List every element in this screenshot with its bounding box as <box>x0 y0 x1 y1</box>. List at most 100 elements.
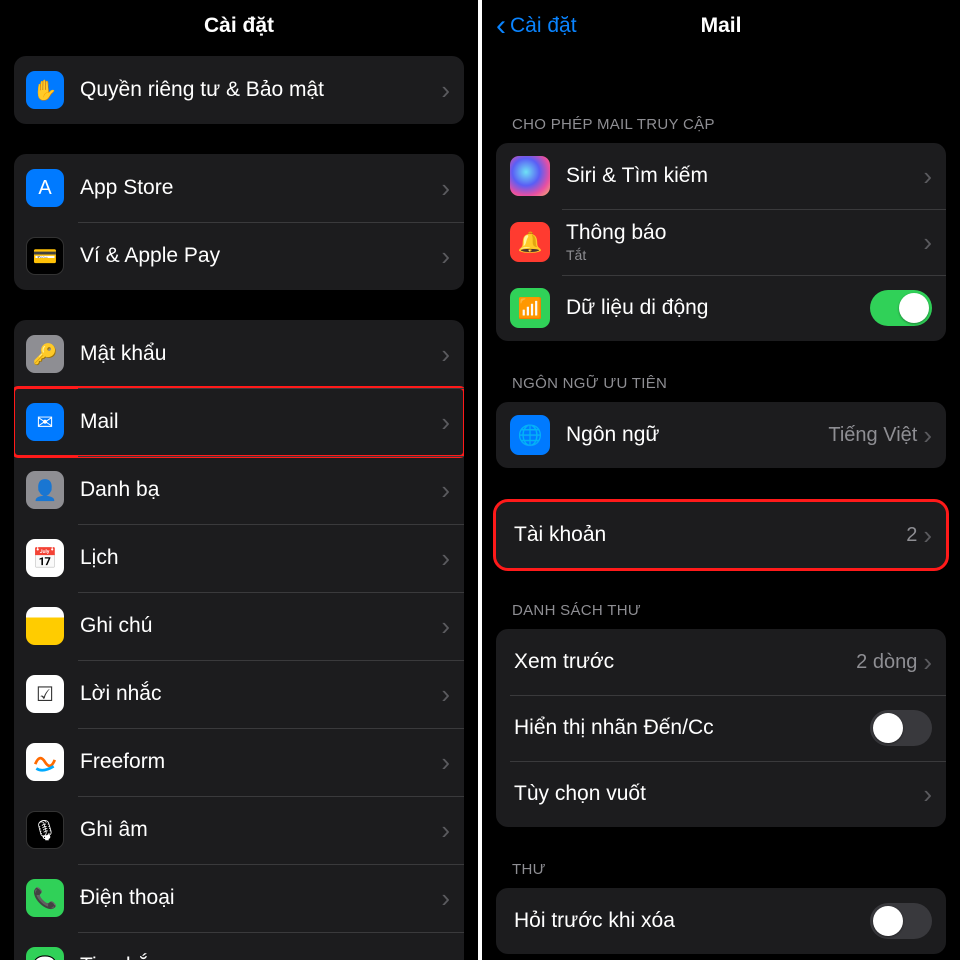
voicememo-icon: 🎙 <box>26 811 64 849</box>
cellular-icon: 📶 <box>510 288 550 328</box>
chevron-right-icon: › <box>923 422 932 448</box>
row-label: Lời nhắc <box>80 682 441 706</box>
row-label: Điện thoại <box>80 886 441 910</box>
toggle-switch[interactable] <box>870 710 932 746</box>
row-label: Ví & Apple Pay <box>80 244 441 268</box>
mail-row-d-li-u-di-ng[interactable]: 📶Dữ liệu di động <box>496 275 946 341</box>
chevron-right-icon: › <box>441 953 450 960</box>
settings-row-mail[interactable]: ✉ Mail› <box>14 388 464 456</box>
row-label: Danh bạ <box>80 478 441 502</box>
mail-icon: ✉ <box>26 403 64 441</box>
messages-icon: 💬 <box>26 947 64 960</box>
contacts-icon: 👤 <box>26 471 64 509</box>
mail-row-t-y-ch-n-vu-t[interactable]: Tùy chọn vuốt› <box>496 761 946 827</box>
mail-settings-group: Xem trước2 dòng › Hiển thị nhãn Đến/Cc Tùy … <box>496 629 946 827</box>
settings-row-hand[interactable]: ✋ Quyền riêng tư & Bảo mật› <box>14 56 464 124</box>
row-label: Thông báo <box>566 221 923 245</box>
chevron-right-icon: › <box>441 749 450 775</box>
row-label: Tùy chọn vuốt <box>514 782 923 806</box>
section-header: THƯ <box>512 861 930 878</box>
section-header: NGÔN NGỮ ƯU TIÊN <box>512 375 930 392</box>
settings-row-reminders[interactable]: ☑ Lời nhắc› <box>14 660 464 728</box>
settings-row-wallet[interactable]: 💳 Ví & Apple Pay› <box>14 222 464 290</box>
section-header: CHO PHÉP MAIL TRUY CẬP <box>512 116 930 133</box>
mail-row-xem-tr-c[interactable]: Xem trước2 dòng › <box>496 629 946 695</box>
row-label: Mật khẩu <box>80 342 441 366</box>
settings-row-notes[interactable]: Ghi chú› <box>14 592 464 660</box>
row-value: Tiếng Việt <box>828 424 917 447</box>
reminders-icon: ☑ <box>26 675 64 713</box>
chevron-right-icon: › <box>441 885 450 911</box>
mail-settings-group: 🌐 Ngôn ngữTiếng Việt › <box>496 402 946 468</box>
mail-settings-pane: ‹ Cài đặt Mail CHO PHÉP MAIL TRUY CẬP Sir… <box>482 0 960 960</box>
back-button[interactable]: ‹ Cài đặt <box>496 14 577 38</box>
mail-row-siri-t-m-ki-m[interactable]: Siri & Tìm kiếm› <box>496 143 946 209</box>
row-label: Hỏi trước khi xóa <box>514 909 870 933</box>
freeform-icon <box>26 743 64 781</box>
settings-group: AApp Store›💳Ví & Apple Pay› <box>14 154 464 290</box>
row-label: Ngôn ngữ <box>566 423 828 447</box>
mail-settings-group: Tài khoản2 › <box>496 502 946 568</box>
chevron-right-icon: › <box>441 817 450 843</box>
chevron-left-icon: ‹ <box>496 17 506 35</box>
row-label: Ghi chú <box>80 614 441 638</box>
row-sublabel: Tắt <box>566 247 923 263</box>
phone-icon: 📞 <box>26 879 64 917</box>
settings-title: Cài đặt <box>0 0 478 52</box>
row-label: Tài khoản <box>514 523 906 547</box>
chevron-right-icon: › <box>441 409 450 435</box>
row-label: App Store <box>80 176 441 200</box>
settings-row-messages[interactable]: 💬 Tin nhắn› <box>14 932 464 960</box>
appstore-icon: A <box>26 169 64 207</box>
chevron-right-icon: › <box>441 545 450 571</box>
chevron-right-icon: › <box>923 649 932 675</box>
chevron-right-icon: › <box>923 522 932 548</box>
settings-row-key[interactable]: 🔑 Mật khẩu› <box>14 320 464 388</box>
row-label: Lịch <box>80 546 441 570</box>
mail-row-th-ng-b-o[interactable]: 🔔 Thông báo Tắt› <box>496 209 946 275</box>
section-header: DANH SÁCH THƯ <box>512 602 930 619</box>
chevron-right-icon: › <box>441 243 450 269</box>
row-label: Ghi âm <box>80 818 441 842</box>
toggle-switch[interactable] <box>870 903 932 939</box>
settings-row-contacts[interactable]: 👤Danh bạ› <box>14 456 464 524</box>
mail-settings-group: Hỏi trước khi xóa <box>496 888 946 954</box>
wallet-icon: 💳 <box>26 237 64 275</box>
chevron-right-icon: › <box>923 229 932 255</box>
siri-icon <box>510 156 550 196</box>
settings-group: 🔑Mật khẩu›✉Mail›👤Danh bạ›📅Lịch›Ghi chú›☑… <box>14 320 464 960</box>
chevron-right-icon: › <box>441 77 450 103</box>
mail-row-hi-n-th-nh-n-n-cc[interactable]: Hiển thị nhãn Đến/Cc <box>496 695 946 761</box>
row-label: Freeform <box>80 750 441 774</box>
row-label: Xem trước <box>514 650 856 674</box>
notification-icon: 🔔 <box>510 222 550 262</box>
chevron-right-icon: › <box>441 341 450 367</box>
mail-settings-group: Siri & Tìm kiếm›🔔Thông báoTắt›📶Dữ liệu d… <box>496 143 946 341</box>
settings-group: ✋ Quyền riêng tư & Bảo mật› <box>14 56 464 124</box>
language-icon: 🌐 <box>510 415 550 455</box>
row-value: 2 <box>906 524 917 547</box>
mail-header: ‹ Cài đặt Mail <box>482 0 960 52</box>
mail-row-h-i-tr-c-khi-x-a[interactable]: Hỏi trước khi xóa <box>496 888 946 954</box>
back-label: Cài đặt <box>510 14 577 38</box>
key-icon: 🔑 <box>26 335 64 373</box>
chevron-right-icon: › <box>441 175 450 201</box>
row-value: 2 dòng <box>856 651 917 674</box>
toggle-switch[interactable] <box>870 290 932 326</box>
mail-row-t-i-kho-n[interactable]: Tài khoản2 › <box>496 502 946 568</box>
row-label: Quyền riêng tư & Bảo mật <box>80 78 441 102</box>
settings-row-voicememo[interactable]: 🎙 Ghi âm› <box>14 796 464 864</box>
chevron-right-icon: › <box>441 613 450 639</box>
mail-row-ng-n-ng-[interactable]: 🌐 Ngôn ngữTiếng Việt › <box>496 402 946 468</box>
chevron-right-icon: › <box>441 681 450 707</box>
settings-row-appstore[interactable]: A App Store› <box>14 154 464 222</box>
settings-row-calendar[interactable]: 📅Lịch› <box>14 524 464 592</box>
row-label: Tin nhắn <box>80 954 441 960</box>
chevron-right-icon: › <box>923 163 932 189</box>
settings-row-phone[interactable]: 📞 Điện thoại› <box>14 864 464 932</box>
settings-row-freeform[interactable]: Freeform› <box>14 728 464 796</box>
row-label: Mail <box>80 410 441 434</box>
row-label: Hiển thị nhãn Đến/Cc <box>514 716 870 740</box>
hand-icon: ✋ <box>26 71 64 109</box>
row-label: Siri & Tìm kiếm <box>566 164 923 188</box>
